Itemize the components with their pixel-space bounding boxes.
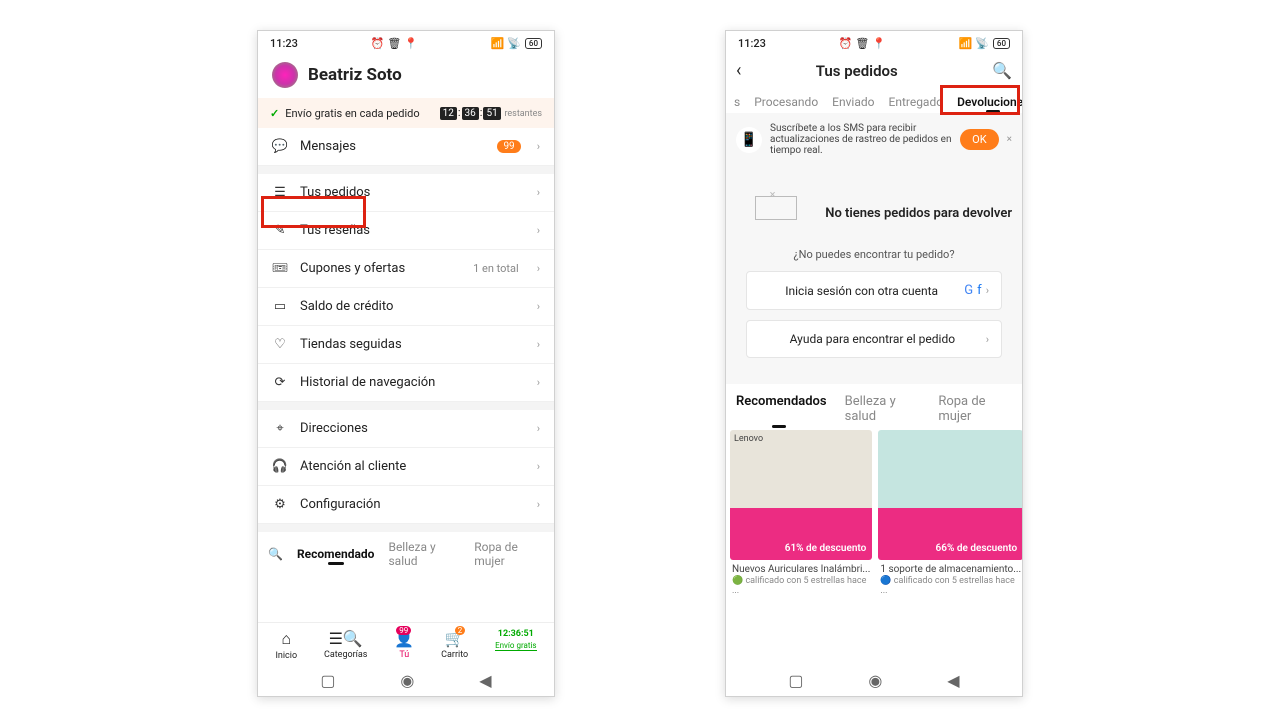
signin-card[interactable]: Inicia sesión con otra cuenta G f › bbox=[746, 271, 1002, 310]
product-grid: Lenovo 61% de descuento Nuevos Auricular… bbox=[726, 430, 1022, 597]
android-nav: ▢ ◉ ◀ bbox=[726, 663, 1022, 696]
row-tiendas[interactable]: ♡ Tiendas seguidas › bbox=[258, 326, 554, 364]
chevron-right-icon: › bbox=[537, 338, 540, 351]
username: Beatriz Soto bbox=[308, 65, 402, 85]
find-text: ¿No puedes encontrar tu pedido? bbox=[736, 248, 1012, 261]
row-cupones[interactable]: 🎟 Cupones y ofertas 1 en total › bbox=[258, 250, 554, 288]
home-key-icon[interactable]: ◉ bbox=[400, 671, 414, 690]
free-shipping-banner: ✓ Envío gratis en cada pedido 12:36:51 r… bbox=[258, 98, 554, 128]
home-key-icon[interactable]: ◉ bbox=[868, 671, 882, 690]
profile-header: Beatriz Soto bbox=[258, 52, 554, 98]
rec-tabs: 🔍 Recomendado Belleza y salud Ropa de mu… bbox=[258, 532, 554, 576]
chevron-right-icon: › bbox=[986, 333, 989, 346]
status-right: 📶 📡 60 bbox=[491, 37, 542, 50]
product-image: 66% de descuento bbox=[878, 430, 1023, 560]
sms-icon: 📱 bbox=[736, 127, 762, 153]
support-icon: 🎧 bbox=[272, 459, 288, 474]
row-historial[interactable]: ⟳ Historial de navegación › bbox=[258, 364, 554, 402]
tab-procesando[interactable]: Procesando bbox=[754, 95, 818, 109]
nav-envio[interactable]: 12:36:51Envío gratis bbox=[495, 629, 536, 661]
row-saldo[interactable]: ▭ Saldo de crédito › bbox=[258, 288, 554, 326]
close-icon[interactable]: × bbox=[1007, 134, 1012, 145]
chevron-right-icon: › bbox=[537, 186, 540, 199]
google-icon: G bbox=[964, 283, 973, 298]
bottom-nav: ⌂Inicio ☰🔍Categorías 👤99Tú 🛒2Carrito 12:… bbox=[258, 622, 554, 663]
shipping-text: Envío gratis en cada pedido bbox=[285, 107, 419, 120]
history-icon: ⟳ bbox=[272, 375, 288, 390]
tab-recomendados[interactable]: Recomendados bbox=[736, 394, 827, 424]
location-icon: ⌖ bbox=[272, 421, 288, 436]
chevron-right-icon: › bbox=[537, 300, 540, 313]
back-key-icon[interactable]: ◀ bbox=[479, 671, 491, 690]
tab-ropa[interactable]: Ropa de mujer bbox=[938, 394, 1012, 424]
chevron-right-icon: › bbox=[537, 498, 540, 511]
product-card[interactable]: Lenovo 61% de descuento Nuevos Auricular… bbox=[730, 430, 872, 597]
row-mensajes[interactable]: 💬 Mensajes 99 › bbox=[258, 128, 554, 166]
highlight-pedidos bbox=[261, 196, 366, 228]
recent-icon[interactable]: ▢ bbox=[320, 671, 335, 690]
status-bar: 11:23 ⏰ 🗑 📍 📶 📡 60 bbox=[258, 31, 554, 52]
product-card[interactable]: 66% de descuento 1 soporte de almacenami… bbox=[878, 430, 1023, 597]
check-icon: ✓ bbox=[270, 107, 279, 120]
product-image: Lenovo 61% de descuento bbox=[730, 430, 872, 560]
ok-button[interactable]: OK bbox=[960, 129, 998, 150]
status-bar: 11:23 ⏰ 🗑 📍 📶 📡 60 bbox=[726, 31, 1022, 52]
orders-header: ‹ Tus pedidos 🔍 bbox=[726, 52, 1022, 89]
row-atencion[interactable]: 🎧 Atención al cliente › bbox=[258, 448, 554, 486]
chevron-right-icon: › bbox=[537, 224, 540, 237]
chat-icon: 💬 bbox=[272, 139, 288, 154]
search-icon[interactable]: 🔍 bbox=[992, 61, 1012, 80]
phone-account: 11:23 ⏰ 🗑 📍 📶 📡 60 Beatriz Soto ✓ Envío … bbox=[257, 30, 555, 697]
chevron-right-icon: › bbox=[986, 284, 989, 297]
rec-tabs-2: Recomendados Belleza y salud Ropa de muj… bbox=[726, 384, 1022, 430]
coupon-icon: 🎟 bbox=[272, 261, 288, 276]
tab-recomendado[interactable]: Recomendado bbox=[297, 547, 375, 561]
heart-icon: ♡ bbox=[272, 337, 288, 352]
phone-orders: 11:23 ⏰ 🗑 📍 📶 📡 60 ‹ Tus pedidos 🔍 s Pro… bbox=[725, 30, 1023, 697]
nav-carrito[interactable]: 🛒2Carrito bbox=[441, 629, 468, 661]
tab-belleza[interactable]: Belleza y salud bbox=[845, 394, 921, 424]
chevron-right-icon: › bbox=[537, 140, 540, 153]
nav-tu[interactable]: 👤99Tú bbox=[394, 629, 414, 661]
gear-icon: ⚙ bbox=[272, 497, 288, 512]
chevron-right-icon: › bbox=[537, 422, 540, 435]
android-nav: ▢ ◉ ◀ bbox=[258, 663, 554, 696]
tab-entregado[interactable]: Entregado bbox=[889, 95, 944, 109]
chevron-right-icon: › bbox=[537, 262, 540, 275]
empty-state: No tienes pedidos para devolver ¿No pued… bbox=[726, 166, 1022, 384]
battery-icon: 60 bbox=[525, 38, 542, 49]
help-card[interactable]: Ayuda para encontrar el pedido › bbox=[746, 320, 1002, 358]
tab-enviado[interactable]: Enviado bbox=[832, 95, 874, 109]
home-icon: ⌂ bbox=[281, 629, 291, 649]
tab-belleza[interactable]: Belleza y salud bbox=[388, 540, 460, 568]
nav-categorias[interactable]: ☰🔍Categorías bbox=[324, 629, 367, 661]
nav-inicio[interactable]: ⌂Inicio bbox=[275, 629, 297, 661]
empty-box-icon bbox=[755, 196, 797, 220]
tab-ropa[interactable]: Ropa de mujer bbox=[474, 540, 544, 568]
chevron-right-icon: › bbox=[537, 376, 540, 389]
row-direcciones[interactable]: ⌖ Direcciones › bbox=[258, 410, 554, 448]
recent-icon[interactable]: ▢ bbox=[788, 671, 803, 690]
page-title: Tus pedidos bbox=[729, 62, 984, 80]
chevron-right-icon: › bbox=[537, 460, 540, 473]
search-icon[interactable]: 🔍 bbox=[268, 547, 283, 561]
highlight-devoluciones bbox=[940, 85, 1020, 115]
facebook-icon: f bbox=[977, 283, 982, 298]
sms-banner: 📱 Suscríbete a los SMS para recibir actu… bbox=[726, 113, 1022, 166]
avatar[interactable] bbox=[272, 62, 298, 88]
msg-badge: 99 bbox=[497, 140, 520, 153]
status-time: 11:23 bbox=[270, 37, 298, 50]
row-config[interactable]: ⚙ Configuración › bbox=[258, 486, 554, 524]
credit-icon: ▭ bbox=[272, 299, 288, 314]
categories-icon: ☰🔍 bbox=[329, 629, 363, 648]
back-key-icon[interactable]: ◀ bbox=[947, 671, 959, 690]
